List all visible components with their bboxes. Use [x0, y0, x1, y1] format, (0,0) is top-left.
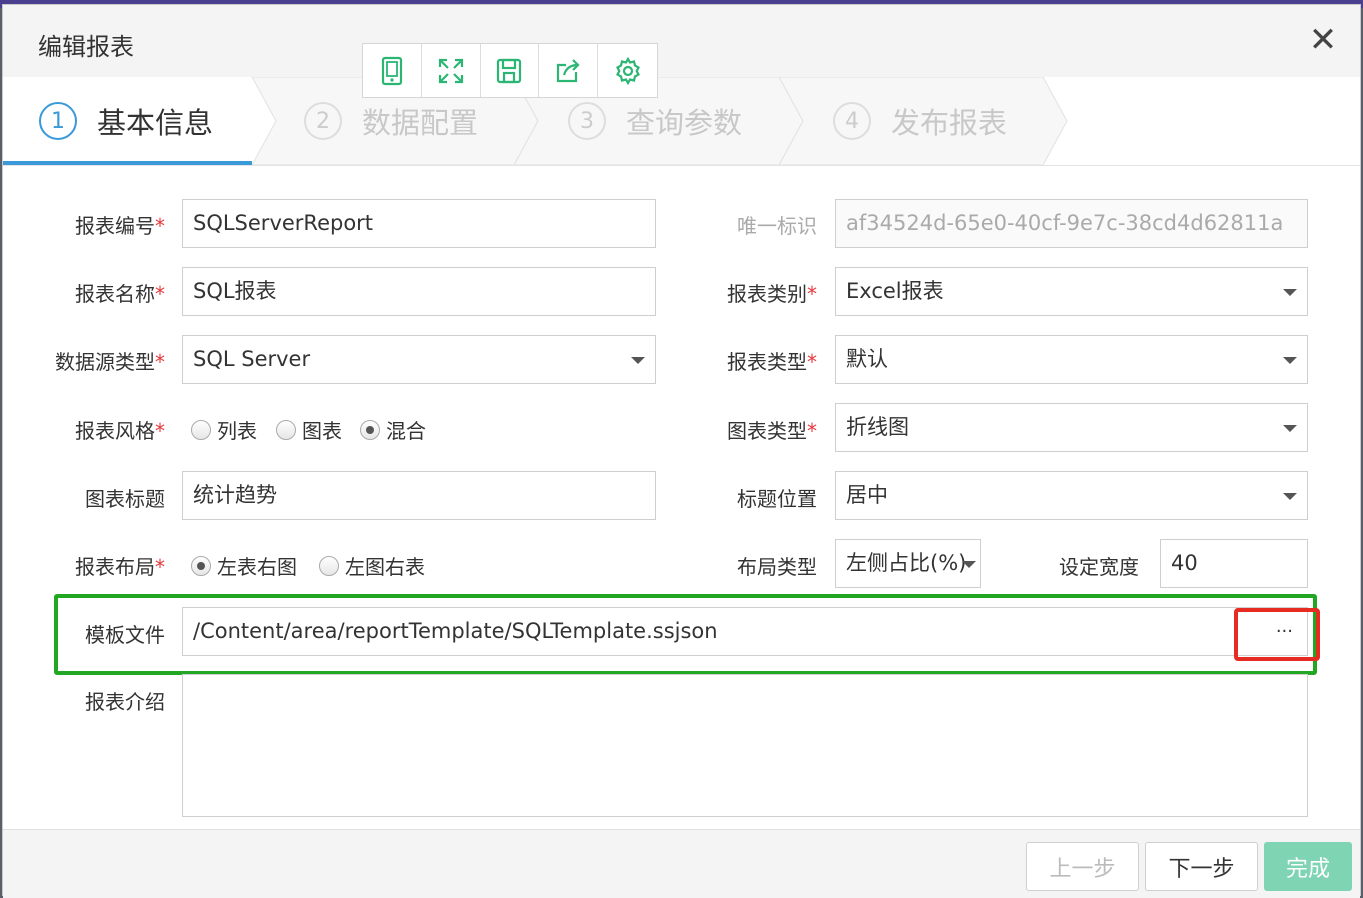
report-name-input[interactable]: SQL报表	[182, 267, 656, 316]
finish-button[interactable]: 完成	[1264, 842, 1352, 891]
share-icon[interactable]	[539, 44, 599, 97]
tablet-icon[interactable]	[363, 44, 422, 97]
step-label: 查询参数	[626, 106, 743, 140]
dialog-title: 编辑报表	[38, 33, 134, 61]
chevron-down-icon	[1283, 425, 1297, 432]
report-category-select[interactable]: Excel报表	[835, 267, 1308, 316]
edit-report-dialog: 编辑报表 ✕ 1 基本信息 2 数据配置 3 查询参数 4 发布报表 报表编号*…	[2, 4, 1361, 898]
report-code-input[interactable]: SQLServerReport	[182, 199, 656, 248]
save-icon[interactable]	[481, 44, 540, 97]
report-intro-textarea[interactable]	[182, 674, 1308, 817]
chevron-down-icon	[962, 561, 976, 568]
floating-toolbar	[362, 43, 658, 98]
step-number: 3	[568, 102, 606, 140]
step-publish[interactable]: 4 发布报表	[833, 77, 1007, 165]
chart-title-input[interactable]: 统计趋势	[182, 471, 656, 520]
set-width-input[interactable]: 40	[1160, 539, 1308, 588]
unique-id-label: 唯一标识	[737, 214, 817, 238]
chevron-down-icon	[1283, 289, 1297, 296]
radio-button[interactable]	[276, 419, 296, 440]
dialog-titlebar: 编辑报表 ✕	[3, 5, 1360, 77]
datasource-type-label: 数据源类型*	[55, 350, 165, 374]
style-radio-chart[interactable]: 图表	[276, 415, 342, 444]
radio-button[interactable]	[191, 555, 211, 576]
chevron-down-icon	[631, 357, 645, 364]
highlight-box-green	[54, 594, 1317, 675]
prev-step-button[interactable]: 上一步	[1026, 842, 1139, 891]
report-name-label: 报表名称*	[75, 282, 165, 306]
step-number: 4	[833, 102, 871, 140]
settings-icon[interactable]	[598, 44, 657, 97]
set-width-label: 设定宽度	[1059, 555, 1139, 579]
active-step-indicator	[3, 161, 252, 165]
dialog-footer: 上一步 下一步 完成	[3, 829, 1360, 898]
chevron-down-icon	[1283, 357, 1297, 364]
report-code-label: 报表编号*	[75, 214, 165, 238]
radio-button[interactable]	[191, 419, 211, 440]
fullscreen-icon[interactable]	[422, 44, 481, 97]
datasource-type-select[interactable]: SQL Server	[182, 335, 656, 384]
title-position-select[interactable]: 居中	[835, 471, 1308, 520]
step-number: 1	[39, 102, 77, 140]
report-layout-label: 报表布局*	[75, 555, 165, 579]
close-icon[interactable]: ✕	[1308, 23, 1338, 57]
unique-id-input: af34524d-65e0-40cf-9e7c-38cd4d62811a	[835, 199, 1308, 248]
layout-type-label: 布局类型	[737, 555, 817, 579]
step-number: 2	[304, 102, 342, 140]
layout-type-select[interactable]: 左侧占比(%)	[835, 539, 981, 588]
layout-radio-chart-left[interactable]: 左图右表	[319, 551, 425, 580]
report-type-select[interactable]: 默认	[835, 335, 1308, 384]
report-intro-label: 报表介绍	[85, 690, 165, 714]
report-style-label: 报表风格*	[75, 419, 165, 443]
step-label: 发布报表	[891, 106, 1008, 140]
title-position-label: 标题位置	[737, 487, 817, 511]
highlight-box-red	[1234, 608, 1320, 661]
step-label: 数据配置	[362, 106, 479, 140]
radio-button[interactable]	[360, 419, 380, 440]
step-label: 基本信息	[97, 106, 214, 140]
chart-title-label: 图表标题	[85, 487, 165, 511]
chevron-down-icon	[1283, 493, 1297, 500]
style-radio-list[interactable]: 列表	[191, 415, 257, 444]
chart-type-select[interactable]: 折线图	[835, 403, 1308, 452]
wizard-steps: 1 基本信息 2 数据配置 3 查询参数 4 发布报表	[3, 77, 1360, 166]
layout-radio-table-left[interactable]: 左表右图	[191, 551, 297, 580]
step-basic-info[interactable]: 1 基本信息	[39, 77, 213, 165]
report-type-label: 报表类型*	[727, 350, 817, 374]
next-step-button[interactable]: 下一步	[1145, 842, 1258, 891]
style-radio-mixed[interactable]: 混合	[360, 415, 426, 444]
report-category-label: 报表类别*	[727, 282, 817, 306]
chart-type-label: 图表类型*	[727, 419, 817, 443]
radio-button[interactable]	[319, 555, 339, 576]
